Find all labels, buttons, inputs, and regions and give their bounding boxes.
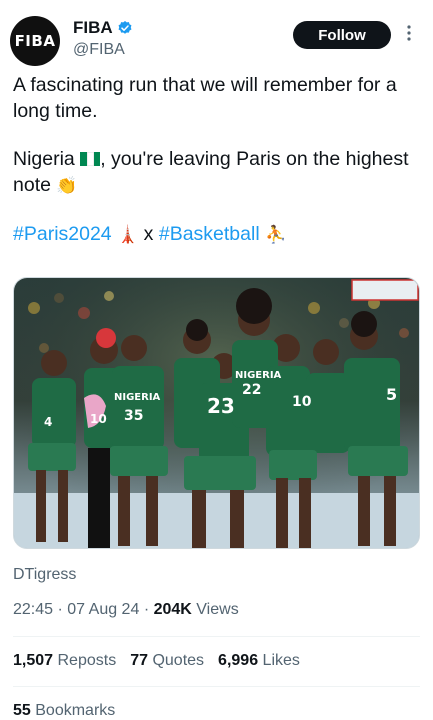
divider [13, 686, 420, 687]
tweet-meta: 22:45 · 07 Aug 24 · 204K Views [13, 601, 239, 618]
team-huddle-image: NIGERIA NIGERIA 35 23 22 4 10 10 5 [14, 278, 419, 548]
nigeria-flag-icon [80, 147, 101, 166]
basketball-player-icon: ⛹ [265, 225, 287, 245]
tweet-header: FIBA FIBA @FIBA Follow [0, 0, 433, 70]
views-count: 204K [153, 601, 192, 618]
author-handle[interactable]: @FIBA [73, 41, 133, 59]
svg-text:10: 10 [292, 394, 312, 410]
tweet-hashtags: #Paris2024 🗼 x #Basketball ⛹ [13, 223, 287, 245]
hashtag-paris2024-link[interactable]: #Paris2024 [13, 223, 112, 245]
likes-stat[interactable]: 6,996 Likes [218, 652, 300, 670]
tweet-text: A fascinating run that we will remember … [13, 72, 423, 248]
engagement-stats: 1,507 Reposts 77 Quotes 6,996 Likes [13, 652, 300, 670]
svg-text:NIGERIA: NIGERIA [235, 370, 282, 381]
svg-text:35: 35 [124, 408, 143, 424]
hashtag-basketball-link[interactable]: #Basketball [159, 223, 260, 245]
author-info[interactable]: FIBA @FIBA [73, 18, 133, 59]
media-caption: DTigress [13, 566, 77, 583]
tweet-date[interactable]: 07 Aug 24 [67, 601, 139, 618]
reposts-stat[interactable]: 1,507 Reposts [13, 652, 116, 670]
tweet-photo[interactable]: NIGERIA NIGERIA 35 23 22 4 10 10 5 [13, 277, 420, 549]
tower-icon: 🗼 [117, 225, 139, 245]
svg-text:22: 22 [242, 382, 261, 398]
follow-button[interactable]: Follow [293, 21, 391, 49]
svg-text:23: 23 [207, 394, 235, 418]
avatar[interactable]: FIBA [10, 16, 60, 66]
author-name[interactable]: FIBA [73, 18, 113, 38]
divider [13, 636, 420, 637]
svg-text:5: 5 [386, 385, 397, 404]
jersey-name-text: NIGERIA [114, 392, 161, 403]
svg-text:10: 10 [90, 412, 107, 426]
views-label: Views [196, 601, 239, 618]
avatar-logo-text: FIBA [14, 32, 56, 50]
tweet-time[interactable]: 22:45 [13, 601, 53, 618]
svg-text:4: 4 [44, 415, 52, 429]
verified-badge-icon [117, 20, 133, 36]
clapping-hands-icon: 👏 [56, 176, 78, 196]
tweet-line-1: A fascinating run that we will remember … [13, 74, 397, 122]
more-vertical-icon[interactable] [404, 24, 414, 42]
tweet-line-2: Nigeria , you're leaving Paris on the hi… [13, 147, 409, 196]
quotes-stat[interactable]: 77 Quotes [130, 652, 204, 670]
bookmarks-stat[interactable]: 55 Bookmarks [13, 702, 115, 720]
